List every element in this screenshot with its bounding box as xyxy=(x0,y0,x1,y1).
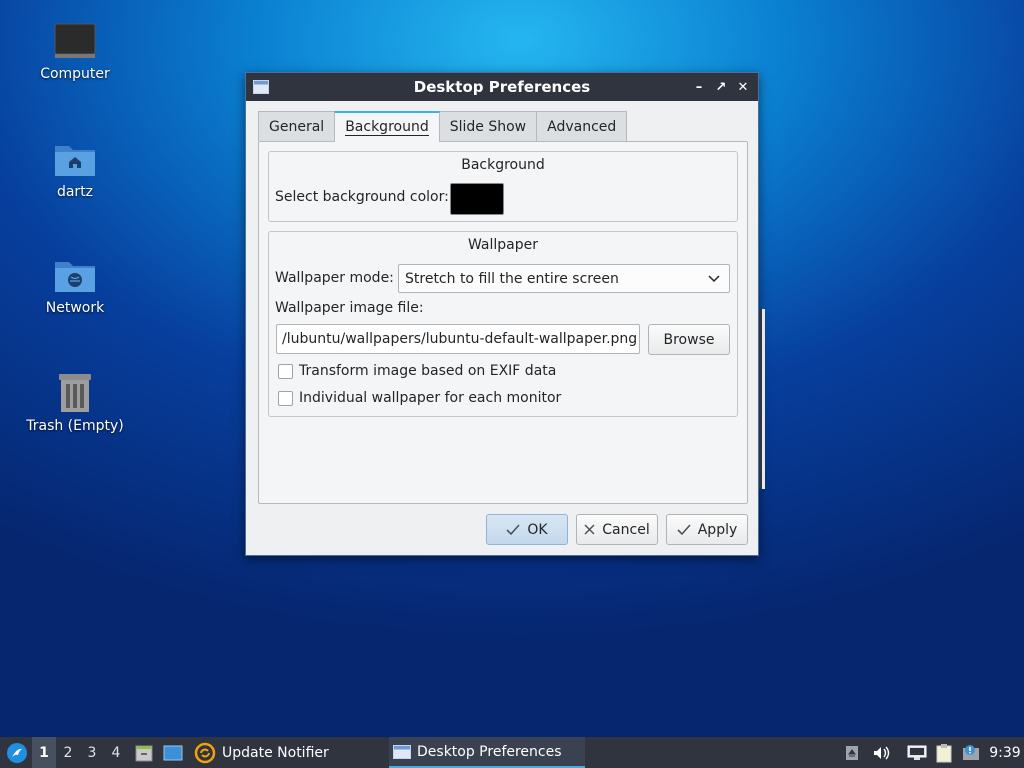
task-update-notifier[interactable]: Update Notifier xyxy=(190,737,380,768)
cancel-button[interactable]: Cancel xyxy=(576,514,658,545)
close-icon[interactable]: ✕ xyxy=(734,77,752,97)
volume-icon xyxy=(874,746,890,759)
window-title: Desktop Preferences xyxy=(413,78,591,96)
desktop-preferences-window: Desktop Preferences – ↗ ✕ General Backgr… xyxy=(245,72,759,556)
trash-icon xyxy=(59,374,91,412)
exif-checkbox[interactable] xyxy=(278,364,293,379)
desktop-icon-computer[interactable]: Computer xyxy=(20,22,130,82)
task-label: Update Notifier xyxy=(222,744,329,761)
clipboard-icon xyxy=(936,743,952,762)
ok-button-label: OK xyxy=(527,521,548,538)
desktop-switch-4[interactable]: 4 xyxy=(104,737,128,768)
file-cabinet-icon xyxy=(135,745,153,761)
file-manager-launcher[interactable] xyxy=(133,737,155,768)
home-folder-icon xyxy=(55,146,95,176)
window-titlebar[interactable]: Desktop Preferences – ↗ ✕ xyxy=(246,73,758,101)
wallpaper-group: Wallpaper Wallpaper mode: Stretch to fil… xyxy=(268,231,738,417)
desktop-icon-label: dartz xyxy=(56,184,94,200)
desktop-icon-home[interactable]: dartz xyxy=(20,140,130,200)
desktop-icon-trash[interactable]: Trash (Empty) xyxy=(20,372,130,434)
wallpaper-file-input[interactable]: /lubuntu/wallpapers/lubuntu-default-wall… xyxy=(276,324,640,354)
tray-eject-icon[interactable] xyxy=(843,737,861,768)
tray-network[interactable] xyxy=(906,737,928,768)
minimize-icon[interactable]: – xyxy=(690,77,708,97)
wallpaper-file-label: Wallpaper image file: xyxy=(275,300,424,316)
per-monitor-checkbox[interactable] xyxy=(278,391,293,406)
desktop-icon-network[interactable]: Network xyxy=(20,256,130,316)
desktop-preferences-icon xyxy=(393,744,411,759)
check-icon xyxy=(506,523,520,535)
lubuntu-logo-icon xyxy=(7,742,27,763)
tab-label: Background xyxy=(345,119,429,136)
wallpaper-mode-select[interactable]: Stretch to fill the entire screen xyxy=(398,264,730,293)
ok-button[interactable]: OK xyxy=(486,514,568,545)
cancel-x-icon xyxy=(584,524,595,535)
wallpaper-file-value: /lubuntu/wallpapers/lubuntu-default-wall… xyxy=(282,331,638,347)
background-color-button[interactable] xyxy=(450,183,504,215)
cancel-button-label: Cancel xyxy=(602,521,650,538)
tray-notification[interactable] xyxy=(960,737,982,768)
tab-label: Advanced xyxy=(547,118,617,135)
tab-advanced[interactable]: Advanced xyxy=(536,111,628,141)
tray-volume[interactable] xyxy=(870,737,892,768)
tab-slide-show[interactable]: Slide Show xyxy=(438,111,538,141)
tab-label: Slide Show xyxy=(449,118,527,135)
desktop-icon-label: Trash (Empty) xyxy=(26,418,124,434)
desktop-icon-label: Computer xyxy=(40,66,110,82)
tab-label: General xyxy=(269,118,325,135)
browse-button-label: Browse xyxy=(663,331,715,348)
background-tab-panel: Background Select background color: Wall… xyxy=(258,141,748,504)
exif-checkbox-label[interactable]: Transform image based on EXIF data xyxy=(299,363,556,379)
network-folder-icon xyxy=(55,262,95,292)
eject-icon xyxy=(846,745,858,760)
desktop-switch-2[interactable]: 2 xyxy=(56,737,80,768)
task-desktop-preferences[interactable]: Desktop Preferences xyxy=(389,737,585,768)
notification-icon xyxy=(963,744,979,760)
wallpaper-mode-value: Stretch to fill the entire screen xyxy=(405,270,619,287)
background-window-edge xyxy=(759,309,765,489)
chevron-down-icon xyxy=(708,275,720,283)
network-icon xyxy=(907,745,927,760)
per-monitor-checkbox-label[interactable]: Individual wallpaper for each monitor xyxy=(299,390,561,406)
show-desktop-button[interactable] xyxy=(161,737,185,768)
task-label: Desktop Preferences xyxy=(417,743,562,760)
maximize-icon[interactable]: ↗ xyxy=(712,77,730,97)
apply-button[interactable]: Apply xyxy=(666,514,748,545)
update-notifier-icon xyxy=(194,742,216,763)
check-icon xyxy=(677,523,691,535)
wallpaper-group-title: Wallpaper xyxy=(467,237,539,253)
window-app-icon xyxy=(253,80,269,94)
tab-bar: General Background Slide Show Advanced xyxy=(258,111,628,142)
desktop-icon-label: Network xyxy=(45,300,105,316)
browse-button[interactable]: Browse xyxy=(648,324,730,355)
show-desktop-icon xyxy=(163,745,183,760)
apply-button-label: Apply xyxy=(697,521,738,538)
computer-icon xyxy=(54,23,96,58)
clock[interactable]: 9:39 xyxy=(988,737,1022,768)
tray-clipboard[interactable] xyxy=(933,737,955,768)
tab-general[interactable]: General xyxy=(258,111,336,141)
desktop-switch-3[interactable]: 3 xyxy=(80,737,104,768)
start-menu-button[interactable] xyxy=(4,737,30,768)
desktop-switch-1[interactable]: 1 xyxy=(32,737,56,768)
taskbar: 1 2 3 4 Update Notifier Desktop Preferen… xyxy=(0,737,1024,768)
wallpaper-mode-label: Wallpaper mode: xyxy=(275,270,394,286)
background-group-title: Background xyxy=(461,157,545,173)
background-color-label: Select background color: xyxy=(275,189,449,205)
tab-background[interactable]: Background xyxy=(334,111,440,142)
background-group: Background Select background color: xyxy=(268,151,738,222)
